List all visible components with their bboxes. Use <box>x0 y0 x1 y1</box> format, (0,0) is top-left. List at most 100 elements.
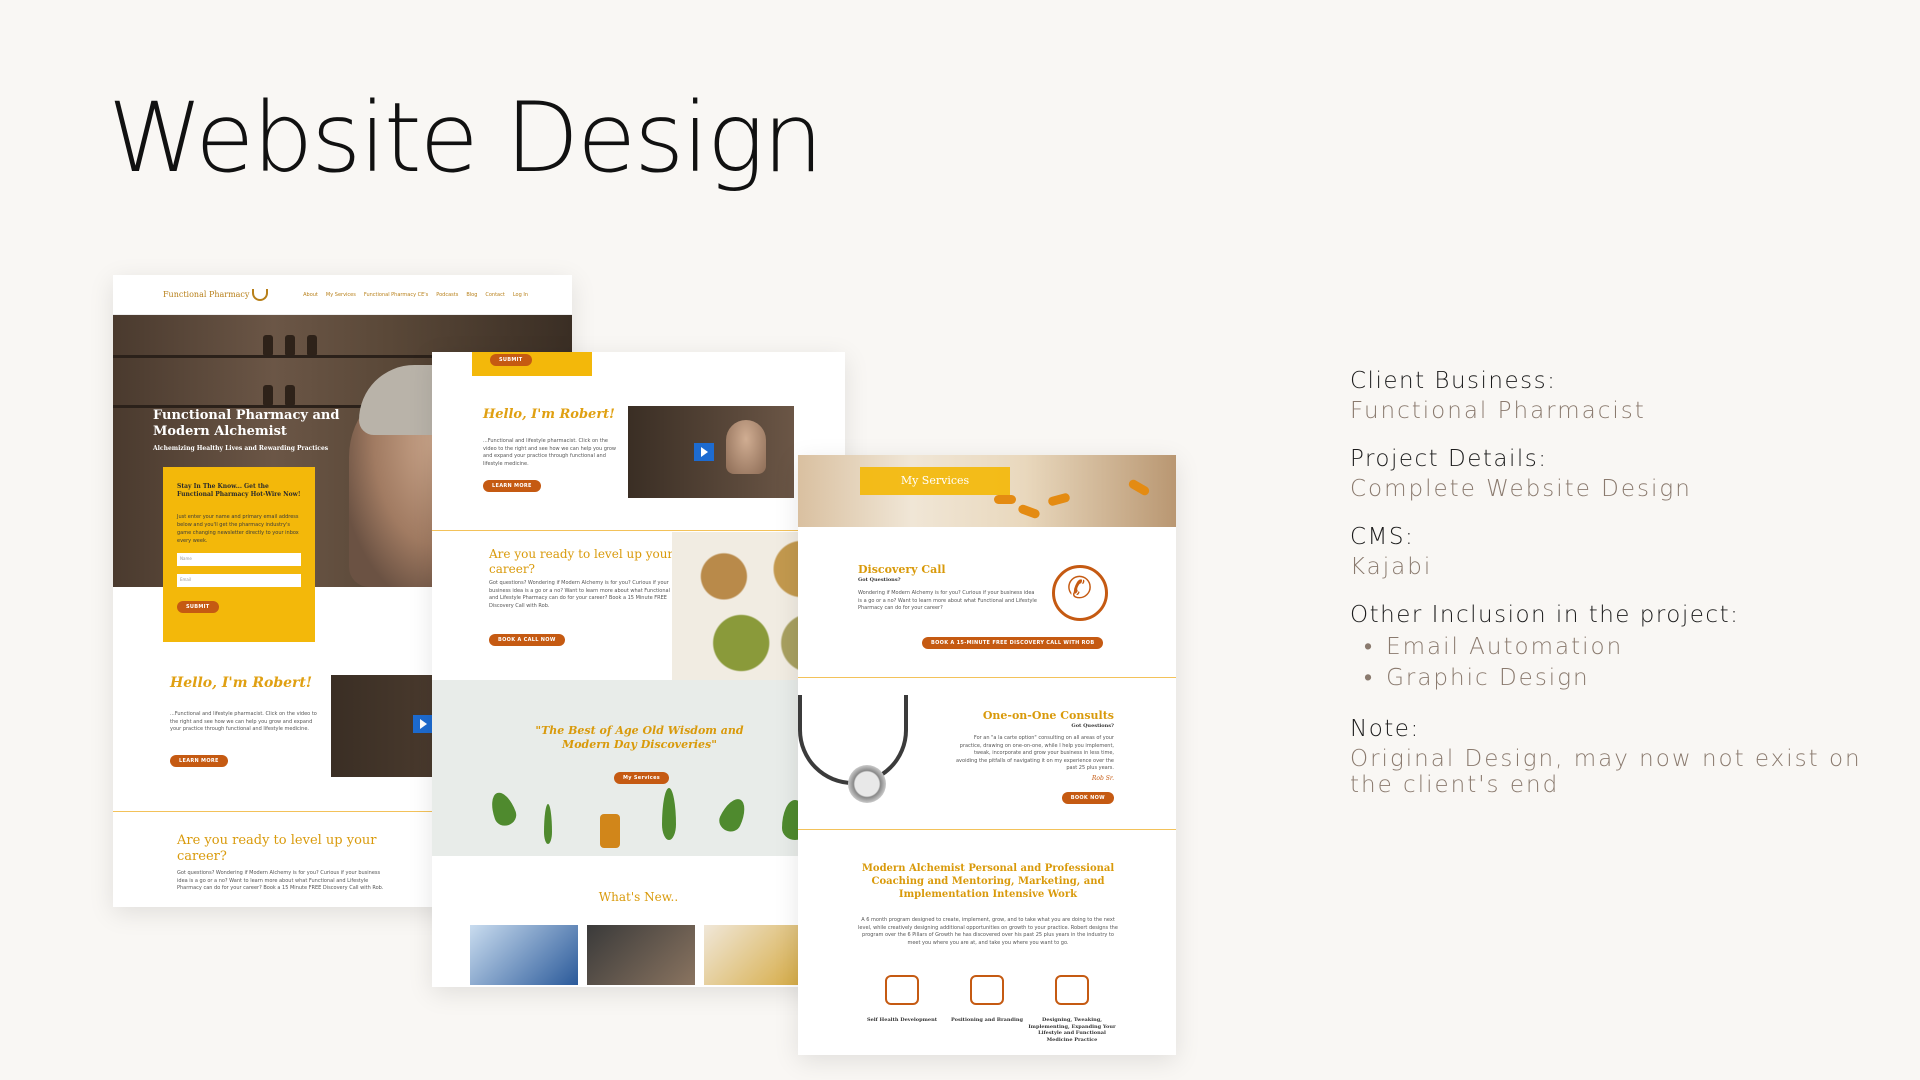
note-group: Note: Original Design, may now not exist… <box>1350 716 1910 798</box>
note-label: Note: <box>1350 716 1420 742</box>
ready-title: Are you ready to level up your career? <box>177 833 377 864</box>
note-value: Original Design, may now not exist on th… <box>1350 746 1862 798</box>
nav-link[interactable]: Contact <box>485 292 504 298</box>
project-group: Project Details: Complete Website Design <box>1350 446 1910 502</box>
hello-title: Hello, I'm Robert! <box>170 675 313 691</box>
cms-label: CMS: <box>1350 524 1415 550</box>
hello-text: ...Functional and lifestyle pharmacist. … <box>170 711 317 732</box>
divider <box>798 677 1176 678</box>
whats-new-title: What's New.. <box>598 890 679 904</box>
project-value: Complete Website Design <box>1350 476 1692 502</box>
other-list: Email Automation Graphic Design <box>1350 632 1910 694</box>
pill <box>1127 478 1151 497</box>
my-services-button[interactable]: My Services <box>614 772 670 784</box>
website-mockup-about: SUBMIT Hello, I'm Robert! ...Functional … <box>432 352 845 987</box>
mockup-nav-links: About My Services Functional Pharmacy CE… <box>303 292 528 298</box>
bottle <box>285 385 295 405</box>
bottle <box>307 335 317 355</box>
optin-email-field[interactable]: Email <box>177 574 301 587</box>
client-value: Functional Pharmacist <box>1350 398 1646 424</box>
optin-box: Stay In The Know... Get the Functional P… <box>163 467 315 642</box>
hero-title: Functional Pharmacy and Modern Alchemist <box>153 408 340 439</box>
nav-link[interactable]: Blog <box>466 292 477 298</box>
portrait-face <box>726 420 766 474</box>
pillar-label: Positioning and Branding <box>951 1017 1023 1023</box>
mockup-nav: Functional Pharmacy About My Services Fu… <box>113 275 572 315</box>
play-icon[interactable] <box>694 443 714 461</box>
page-title: Website Design <box>108 82 823 194</box>
learn-more-button[interactable]: LEARN MORE <box>483 480 541 492</box>
discovery-subtitle: Got Questions? <box>858 577 901 583</box>
blog-thumbnail[interactable] <box>587 925 695 985</box>
consult-subtitle: Got Questions? <box>1071 723 1114 729</box>
website-mockup-services: My Services Discovery Call Got Questions… <box>798 455 1176 1055</box>
hero-subtitle: Alchemizing Healthy Lives and Rewarding … <box>153 445 329 452</box>
cms-group: CMS: Kajabi <box>1350 524 1910 580</box>
hello-text: ...Functional and lifestyle pharmacist. … <box>483 438 617 467</box>
optin-text: Just enter your name and primary email a… <box>177 514 299 544</box>
pillar-label: Designing, Tweaking, Implementing, Expan… <box>1028 1017 1116 1043</box>
nav-link[interactable]: Functional Pharmacy CE's <box>364 292 428 298</box>
leaf <box>544 804 552 844</box>
project-info: Client Business: Functional Pharmacist P… <box>1350 368 1910 820</box>
consult-signature: Rob Sr. <box>1091 775 1114 782</box>
optin-heading: Stay In The Know... Get the Functional P… <box>177 483 301 498</box>
heart-hands-icon <box>885 975 919 1005</box>
submit-button[interactable]: SUBMIT <box>490 354 532 366</box>
play-icon[interactable] <box>413 715 433 733</box>
discovery-title: Discovery Call <box>858 563 946 576</box>
discovery-text: Wondering if Modern Alchemy is for you? … <box>858 590 1037 611</box>
blog-thumbnail[interactable] <box>704 925 812 985</box>
mortar-pestle-icon <box>252 288 269 301</box>
nav-link[interactable]: My Services <box>326 292 356 298</box>
consult-title: One-on-One Consults <box>982 709 1114 722</box>
pillar-label: Self Health Development <box>866 1017 938 1023</box>
other-group: Other Inclusion in the project: Email Au… <box>1350 602 1910 694</box>
ready-title: Are you ready to level up your career? <box>489 547 674 576</box>
quote-text: "The Best of Age Old Wisdom and Modern D… <box>535 724 744 751</box>
oil-bottle <box>600 814 620 848</box>
client-label: Client Business: <box>1350 368 1557 394</box>
bottle <box>285 335 295 355</box>
divider <box>798 829 1176 830</box>
other-label: Other Inclusion in the project: <box>1350 602 1740 628</box>
blog-thumbnail[interactable] <box>470 925 578 985</box>
mockup-logo: Functional Pharmacy <box>163 288 269 301</box>
hello-title: Hello, I'm Robert! <box>483 407 615 422</box>
book-now-button[interactable]: BOOK NOW <box>1061 792 1114 804</box>
leaf <box>662 788 676 840</box>
cms-value: Kajabi <box>1350 554 1433 580</box>
discovery-button[interactable]: BOOK A 15-MINUTE FREE DISCOVERY CALL WIT… <box>922 637 1104 649</box>
learn-more-button[interactable]: LEARN MORE <box>170 755 228 767</box>
banner-title: My Services <box>900 474 970 487</box>
consult-text: For an "a la carte option" consulting on… <box>955 735 1114 771</box>
ready-text: Got questions? Wondering if Modern Alche… <box>489 580 670 609</box>
stethoscope-icon <box>848 765 886 803</box>
optin-submit-button[interactable]: SUBMIT <box>177 601 219 613</box>
list-item: Email Automation <box>1364 632 1910 663</box>
pills-icon <box>1055 975 1089 1005</box>
book-call-button[interactable]: BOOK A CALL NOW <box>489 634 565 646</box>
ready-text: Got questions? Wondering if Modern Alche… <box>177 870 384 891</box>
herbs-background <box>432 680 845 856</box>
phone-icon <box>1052 565 1108 621</box>
list-item: Graphic Design <box>1364 663 1910 694</box>
program-title: Modern Alchemist Personal and Profession… <box>861 863 1115 900</box>
client-group: Client Business: Functional Pharmacist <box>1350 368 1910 424</box>
project-label: Project Details: <box>1350 446 1548 472</box>
optin-strip: SUBMIT <box>472 352 592 376</box>
divider <box>432 530 845 531</box>
leaf <box>715 794 751 836</box>
nav-link[interactable]: Podcasts <box>436 292 458 298</box>
program-text: A 6 month program designed to create, im… <box>858 917 1118 946</box>
pill <box>994 495 1016 504</box>
nav-link[interactable]: About <box>303 292 318 298</box>
pill <box>1017 503 1041 520</box>
leaf <box>486 789 520 829</box>
bottle <box>263 385 273 405</box>
lightbulb-icon <box>970 975 1004 1005</box>
pill <box>1047 492 1071 507</box>
optin-name-field[interactable]: Name <box>177 553 301 566</box>
bottle <box>263 335 273 355</box>
nav-link[interactable]: Log In <box>513 292 528 298</box>
